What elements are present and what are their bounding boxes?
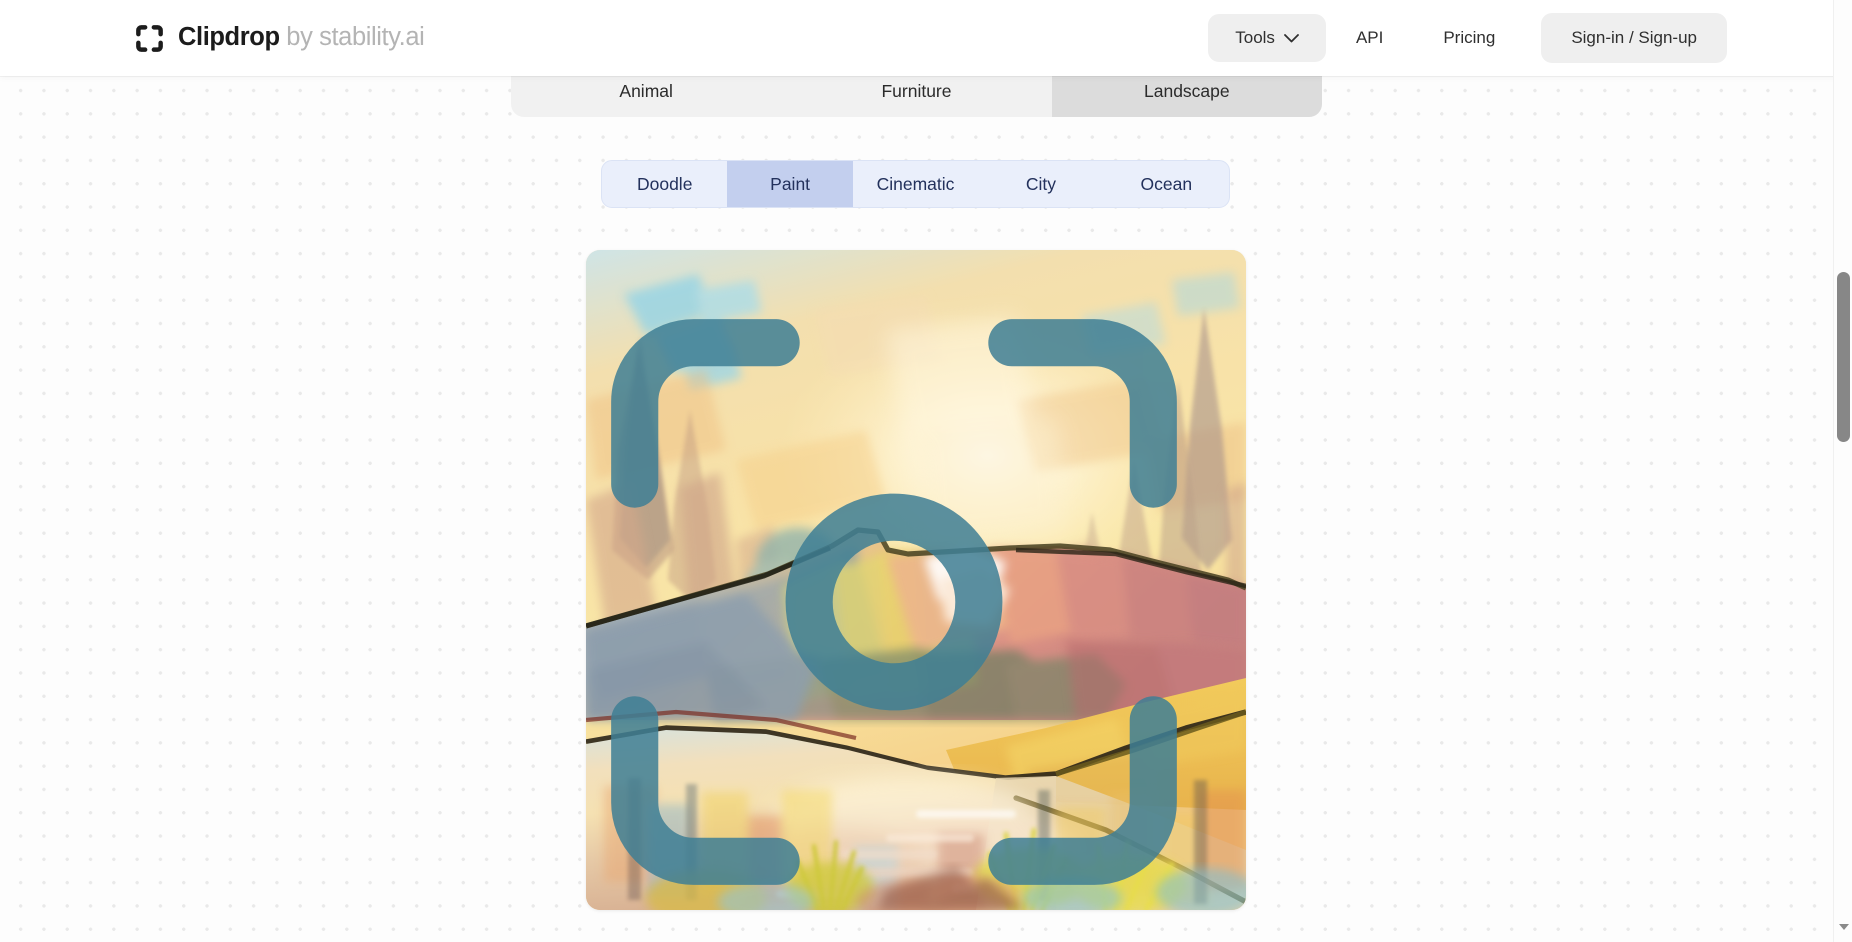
signin-signup-button[interactable]: Sign-in / Sign-up bbox=[1541, 13, 1727, 63]
vertical-scrollbar[interactable] bbox=[1833, 0, 1852, 942]
page-root: Clipdrop by stability.ai Tools API Prici… bbox=[0, 0, 1852, 942]
scroll-down-arrow[interactable] bbox=[1834, 918, 1852, 936]
style-tab-doodle[interactable]: Doodle bbox=[602, 161, 727, 207]
brand-byline: by stability.ai bbox=[279, 23, 425, 52]
style-tab-bar: Doodle Paint Cinematic City Ocean bbox=[601, 160, 1230, 208]
header-nav: Tools API Pricing Sign-in / Sign-up bbox=[1208, 13, 1727, 63]
style-tab-paint[interactable]: Paint bbox=[727, 161, 853, 207]
style-tab-ocean[interactable]: Ocean bbox=[1104, 161, 1229, 207]
tools-menu-button[interactable]: Tools bbox=[1208, 14, 1326, 62]
logo[interactable]: Clipdrop by stability.ai bbox=[134, 23, 425, 54]
logo-text: Clipdrop by stability.ai bbox=[178, 23, 425, 52]
focus-frame-icon[interactable] bbox=[586, 272, 1224, 910]
site-header: Clipdrop by stability.ai Tools API Prici… bbox=[0, 0, 1852, 76]
style-tab-cinematic[interactable]: Cinematic bbox=[853, 161, 978, 207]
tools-label: Tools bbox=[1235, 28, 1275, 47]
crop-frame-icon bbox=[136, 24, 163, 52]
nav-link-pricing[interactable]: Pricing bbox=[1413, 14, 1525, 62]
style-tab-city[interactable]: City bbox=[978, 161, 1103, 207]
chevron-down-icon bbox=[1284, 33, 1299, 42]
vertical-scroll-thumb[interactable] bbox=[1837, 272, 1850, 442]
nav-link-api[interactable]: API bbox=[1326, 14, 1413, 62]
generated-image-card[interactable] bbox=[586, 250, 1246, 910]
brand-name: Clipdrop bbox=[178, 23, 280, 52]
chevron-down-icon bbox=[1838, 924, 1849, 930]
